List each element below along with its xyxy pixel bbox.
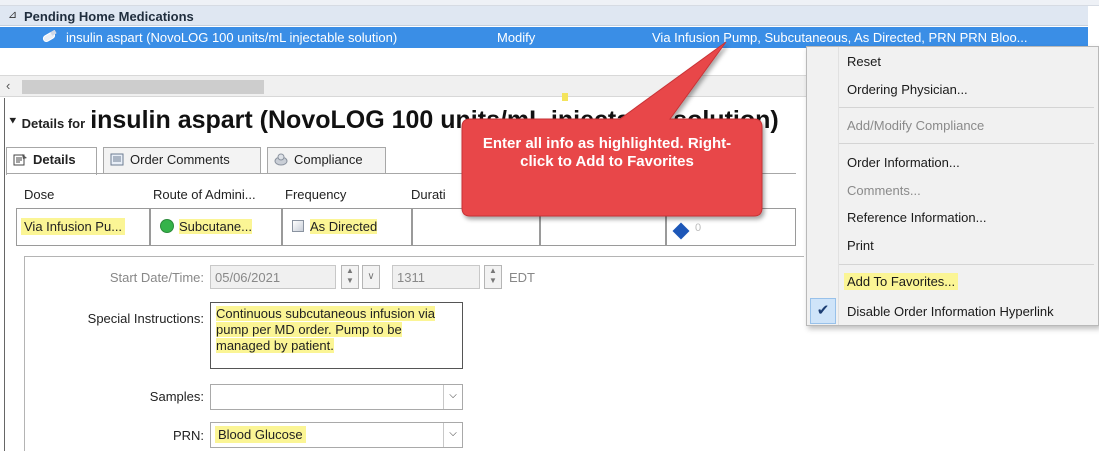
blue-diamond-icon [672, 222, 690, 240]
column-header-duration: Durati [411, 187, 446, 202]
start-time-input[interactable]: 1311 [392, 265, 480, 289]
dose-cell[interactable]: Via Infusion Pu... [16, 208, 150, 246]
tab-compliance-label: Compliance [294, 152, 363, 167]
collapse-caret-icon[interactable]: ⯆ [8, 114, 18, 128]
prn-value: Blood Glucose [215, 426, 306, 443]
menu-item-disable-order-info-hyperlink[interactable]: Disable Order Information Hyperlink [847, 304, 1054, 319]
menu-separator [839, 107, 1094, 108]
menu-item-comments: Comments... [847, 183, 921, 198]
start-date-label: Start Date/Time: [109, 270, 204, 285]
start-time-spinner[interactable]: ▲ ▼ [484, 265, 502, 289]
menu-item-reference-information[interactable]: Reference Information... [847, 210, 986, 225]
details-tab-icon [13, 154, 27, 166]
column-header-route: Route of Admini... [153, 187, 256, 202]
menu-item-add-modify-compliance: Add/Modify Compliance [847, 118, 985, 133]
tab-order-comments-label: Order Comments [130, 152, 230, 167]
menu-item-reset[interactable]: Reset [847, 54, 881, 69]
special-instructions-textarea[interactable]: Continuous subcutaneous infusion via pum… [210, 302, 463, 369]
samples-select[interactable]: ⌵ [210, 384, 463, 410]
prn-select[interactable]: Blood Glucose ⌵ [210, 422, 463, 448]
prn-label: PRN: [172, 428, 204, 443]
tab-compliance[interactable]: Compliance [267, 147, 386, 173]
section-title: Pending Home Medications [24, 9, 194, 24]
left-divider [4, 98, 5, 451]
scroll-left-arrow-icon[interactable]: ‹ [6, 78, 10, 93]
chevron-down-icon[interactable]: ⌵ [443, 423, 462, 447]
add-to-favorites-label: Add To Favorites... [844, 273, 959, 290]
timezone-label: EDT [509, 270, 535, 285]
menu-separator [839, 264, 1094, 265]
scrollbar-thumb[interactable] [22, 80, 264, 94]
collapse-triangle-icon[interactable]: ⊿ [8, 8, 17, 21]
route-value-wrap: Subcutane... [157, 218, 255, 235]
callout-bubble [461, 41, 763, 217]
special-instructions-text: Continuous subcutaneous infusion via pum… [216, 306, 435, 353]
details-prefix: Details for [21, 116, 86, 131]
route-cell[interactable]: Subcutane... [150, 208, 282, 246]
route-status-icon [160, 219, 174, 233]
frequency-value: As Directed [310, 219, 378, 234]
tab-details-label: Details [33, 152, 76, 167]
calendar-dropdown-icon[interactable]: ∨ [362, 265, 380, 289]
compliance-icon [274, 153, 288, 166]
frequency-value-wrap: As Directed [289, 218, 380, 235]
menu-item-order-information[interactable]: Order Information... [847, 155, 960, 170]
tab-details[interactable]: Details [6, 147, 97, 175]
pending-home-medications-header[interactable]: ⊿ Pending Home Medications [0, 6, 1088, 26]
column-header-frequency: Frequency [285, 187, 347, 202]
menu-gutter [838, 47, 839, 325]
menu-item-add-to-favorites[interactable]: Add To Favorites... [844, 273, 959, 290]
checkmark-icon: ✔ [810, 298, 836, 324]
menu-item-print[interactable]: Print [847, 238, 874, 253]
start-date-input[interactable]: 05/06/2021 [210, 265, 336, 289]
menu-item-ordering-physician[interactable]: Ordering Physician... [847, 82, 968, 97]
callout-text: Enter all info as highlighted. Right-cli… [482, 135, 732, 170]
frequency-cell[interactable]: As Directed [282, 208, 412, 246]
tab-order-comments[interactable]: Order Comments [103, 147, 261, 173]
dose-value: Via Infusion Pu... [21, 218, 126, 235]
start-date-spinner[interactable]: ▲ ▼ [341, 265, 359, 289]
menu-separator [839, 143, 1094, 144]
context-menu: Reset Ordering Physician... Add/Modify C… [806, 46, 1099, 326]
special-instructions-label: Special Instructions: [87, 311, 204, 326]
route-value: Subcutane... [179, 219, 252, 234]
samples-label: Samples: [149, 389, 204, 404]
chevron-down-icon[interactable]: ⌵ [443, 385, 462, 409]
column-header-dose: Dose [24, 187, 55, 202]
medication-pill-icon [42, 30, 57, 42]
order-comments-icon [110, 153, 124, 166]
frequency-checkbox-icon [292, 220, 304, 232]
medication-name: insulin aspart (NovoLOG 100 units/mL inj… [66, 30, 398, 45]
